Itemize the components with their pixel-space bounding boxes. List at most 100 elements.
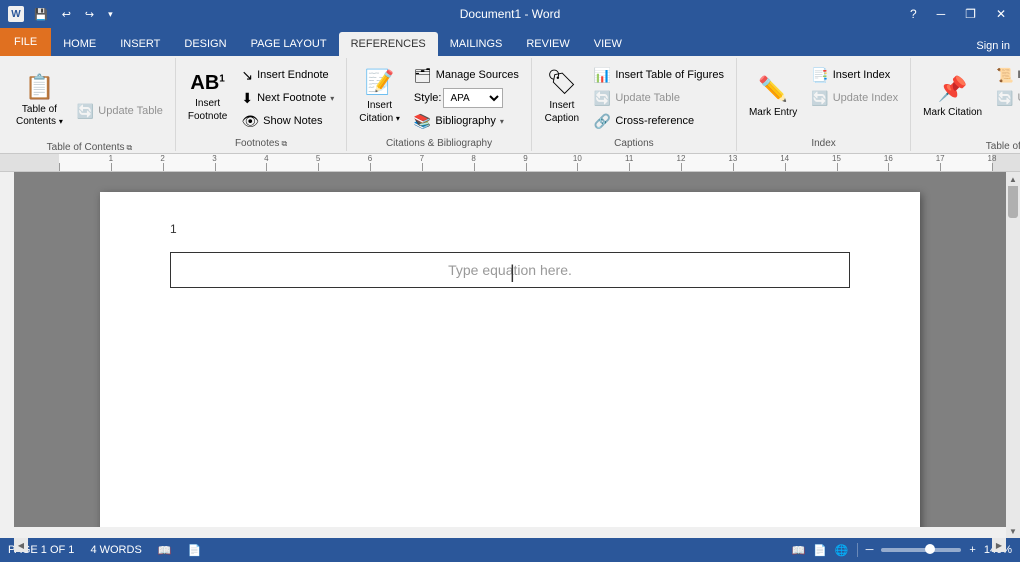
document-page: 1 Type equation here. |	[100, 192, 920, 527]
footnote-col: ↘ Insert Endnote ⬇ Next Footnote ▾ 👁 Sho…	[235, 60, 340, 132]
next-footnote-label: Next Footnote	[257, 92, 326, 104]
insert-authorities-icon: 📜	[996, 67, 1013, 84]
group-captions-label: Captions	[614, 136, 653, 149]
manage-sources-button[interactable]: 🗂 Manage Sources	[408, 64, 525, 86]
show-notes-label: Show Notes	[263, 115, 322, 127]
ribbon: 📋 Table ofContents ▾ 🔄 Update Table Tabl…	[0, 56, 1020, 154]
scroll-up-button[interactable]: ▲	[1006, 172, 1020, 186]
update-table-button[interactable]: 🔄 Update Table	[71, 100, 169, 122]
group-index: ✏️ Mark Entry 📑 Insert Index 🔄 Update In…	[737, 58, 911, 151]
insert-footnote-icon: AB1	[190, 73, 224, 93]
status-divider	[857, 543, 858, 557]
insert-authorities-button[interactable]: 📜 Insert Table of Authorities	[990, 64, 1020, 86]
ruler-inner: 123456789101112131415161718	[59, 154, 992, 171]
restore-button[interactable]: ❐	[959, 5, 982, 23]
mark-entry-button[interactable]: ✏️ Mark Entry	[743, 60, 803, 136]
bibliography-button[interactable]: 📚 Bibliography ▾	[408, 110, 525, 132]
mark-citation-label: Mark Citation	[923, 106, 982, 119]
update-authorities-button[interactable]: 🔄 Update Table of Authorities	[990, 87, 1020, 109]
style-selector[interactable]: Style: APA MLA Chicago	[408, 87, 525, 109]
undo-button[interactable]: ↩	[58, 6, 75, 23]
toc-label: Table ofContents ▾	[16, 104, 63, 128]
update-index-label: Update Index	[833, 92, 898, 104]
bibliography-icon: 📚	[414, 113, 431, 130]
insert-table-figures-button[interactable]: 📊 Insert Table of Figures	[588, 64, 730, 86]
scroll-down-button[interactable]: ▼	[1006, 524, 1020, 538]
signin-button[interactable]: Sign in	[966, 36, 1020, 56]
update-table-icon: 🔄	[77, 103, 94, 120]
scroll-right-button[interactable]: ▶	[992, 538, 1006, 552]
mark-entry-label: Mark Entry	[749, 106, 797, 119]
close-button[interactable]: ✕	[990, 5, 1012, 23]
insert-endnote-button[interactable]: ↘ Insert Endnote	[235, 64, 340, 86]
macro-icon[interactable]: 📄	[187, 544, 201, 557]
manage-sources-icon: 🗂	[414, 67, 432, 84]
zoom-out-button[interactable]: ─	[866, 544, 874, 556]
tab-mailings[interactable]: MAILINGS	[438, 32, 515, 56]
insert-citation-label: InsertCitation ▾	[359, 99, 400, 125]
citations-col: 🗂 Manage Sources Style: APA MLA Chicago …	[408, 60, 525, 132]
save-button[interactable]: 💾	[30, 6, 52, 23]
zoom-slider[interactable]	[881, 548, 961, 552]
redo-button[interactable]: ↪	[81, 6, 98, 23]
next-footnote-button[interactable]: ⬇ Next Footnote ▾	[235, 87, 340, 109]
qat-customize-button[interactable]: ▾	[104, 7, 117, 22]
toc-group-expand[interactable]: ⧉	[127, 143, 133, 153]
insert-caption-button[interactable]: 🏷 InsertCaption	[538, 60, 586, 136]
insert-index-button[interactable]: 📑 Insert Index	[805, 64, 904, 86]
tab-file[interactable]: FILE	[0, 28, 51, 56]
page-number: 1	[170, 222, 850, 236]
tab-insert[interactable]: INSERT	[108, 32, 172, 56]
group-footnotes-label: Footnotes ⧉	[235, 136, 287, 149]
mark-citation-button[interactable]: 📌 Mark Citation	[917, 60, 988, 136]
scroll-left-button[interactable]: ◀	[14, 538, 28, 552]
tab-design[interactable]: DESIGN	[172, 32, 238, 56]
mark-entry-icon: ✏️	[758, 78, 788, 102]
insert-index-icon: 📑	[811, 67, 828, 84]
insert-footnote-button[interactable]: AB1 InsertFootnote	[182, 60, 233, 136]
zoom-in-button[interactable]: +	[969, 544, 975, 556]
tab-review[interactable]: REVIEW	[514, 32, 581, 56]
tab-references[interactable]: REFERENCES	[339, 32, 438, 56]
proofing-icon[interactable]: 📖	[158, 544, 172, 557]
group-footnotes: AB1 InsertFootnote ↘ Insert Endnote ⬇ Ne…	[176, 58, 347, 151]
ribbon-tabs: FILE HOME INSERT DESIGN PAGE LAYOUT REFE…	[0, 28, 1020, 56]
update-index-icon: 🔄	[811, 90, 828, 107]
group-authorities: 📌 Mark Citation 📜 Insert Table of Author…	[911, 58, 1020, 151]
group-citations-content: 📝 InsertCitation ▾ 🗂 Manage Sources Styl…	[353, 60, 525, 136]
show-notes-button[interactable]: 👁 Show Notes	[235, 110, 340, 132]
table-of-contents-button[interactable]: 📋 Table ofContents ▾	[10, 64, 69, 140]
vertical-scrollbar[interactable]	[1006, 172, 1020, 552]
bibliography-label: Bibliography	[435, 115, 496, 127]
insert-table-figures-label: Insert Table of Figures	[615, 69, 724, 81]
print-layout-icon[interactable]: 📄	[813, 544, 827, 557]
group-authorities-content: 📌 Mark Citation 📜 Insert Table of Author…	[917, 60, 1020, 136]
update-table-label: Update Table	[98, 105, 163, 117]
group-index-content: ✏️ Mark Entry 📑 Insert Index 🔄 Update In…	[743, 60, 904, 136]
minimize-button[interactable]: ─	[931, 5, 952, 23]
cross-reference-label: Cross-reference	[615, 115, 694, 127]
ruler: 123456789101112131415161718	[0, 154, 1020, 172]
tab-page-layout[interactable]: PAGE LAYOUT	[239, 32, 339, 56]
tab-home[interactable]: HOME	[51, 32, 108, 56]
insert-caption-icon: 🏷	[547, 71, 577, 95]
status-right: 📖 📄 🌐 ─ + 140%	[792, 543, 1012, 557]
read-mode-icon[interactable]: 📖	[792, 544, 806, 557]
footnotes-group-expand[interactable]: ⧉	[281, 139, 287, 149]
insert-index-label: Insert Index	[833, 69, 890, 81]
insert-citation-icon: 📝	[365, 71, 395, 95]
update-index-button[interactable]: 🔄 Update Index	[805, 87, 904, 109]
page-area: 1 Type equation here. |	[14, 172, 1006, 527]
web-layout-icon[interactable]: 🌐	[835, 544, 849, 557]
cross-reference-button[interactable]: 🔗 Cross-reference	[588, 110, 730, 132]
tab-view[interactable]: VIEW	[582, 32, 634, 56]
style-select[interactable]: APA MLA Chicago	[443, 88, 503, 108]
help-button[interactable]: ?	[904, 5, 923, 23]
bibliography-arrow: ▾	[500, 117, 504, 126]
insert-citation-button[interactable]: 📝 InsertCitation ▾	[353, 60, 406, 136]
status-bar: PAGE 1 OF 1 4 WORDS 📖 📄 📖 📄 🌐 ─ + 140%	[0, 538, 1020, 562]
toc-buttons: 📋 Table ofContents ▾	[10, 60, 69, 140]
group-toc-label: Table of Contents ⧉	[47, 140, 133, 153]
insert-caption-label: InsertCaption	[545, 99, 579, 125]
captions-update-table-button[interactable]: 🔄 Update Table	[588, 87, 730, 109]
